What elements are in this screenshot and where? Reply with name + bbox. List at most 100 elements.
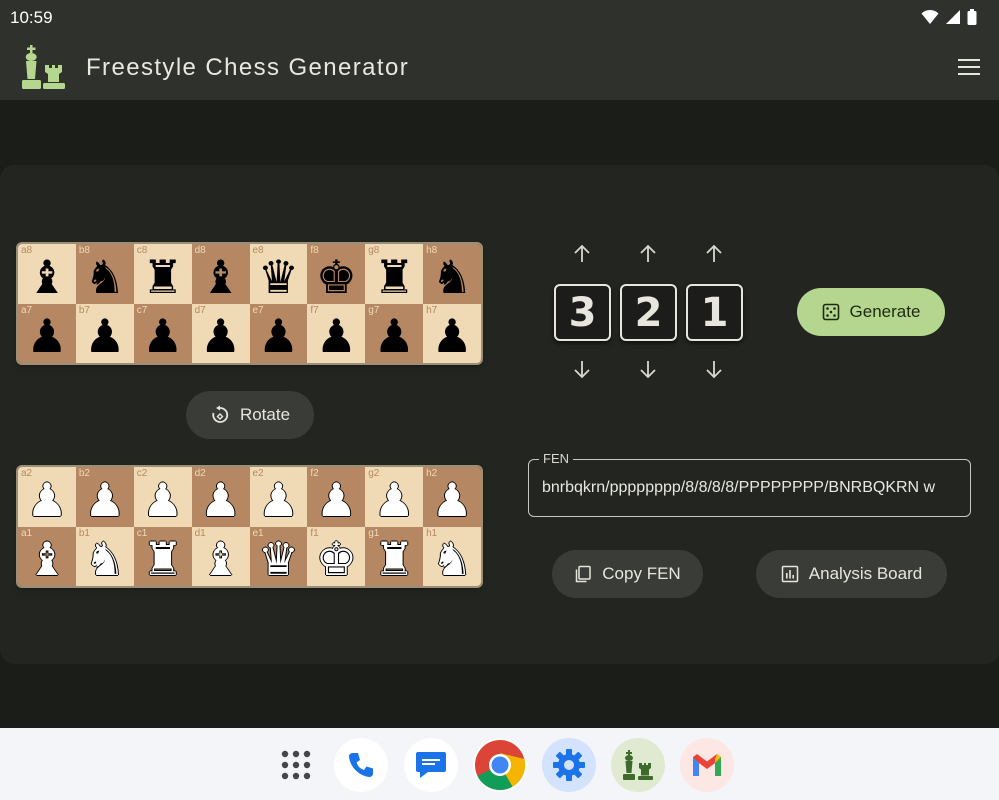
board-square: g7 ♟ — [365, 303, 424, 363]
digit-2-increment-icon[interactable] — [636, 242, 660, 266]
status-icons — [921, 9, 977, 25]
board-square: d2 ♟ — [191, 467, 250, 527]
digit-3-display: 1 — [686, 284, 743, 341]
board-square: c2 ♟ — [133, 467, 192, 527]
square-coordinate-label: f7 — [310, 304, 319, 316]
board-square: d8 ♝ — [191, 244, 250, 304]
freestyle-chess-icon[interactable] — [611, 738, 665, 792]
analysis-board-button[interactable]: Analysis Board — [756, 550, 947, 598]
digit-3-decrement-icon[interactable] — [702, 357, 726, 381]
board-square: h7 ♟ — [423, 303, 481, 363]
board-square: b7 ♟ — [75, 303, 134, 363]
board-square: d1 ♝ — [191, 526, 250, 586]
board-square: d7 ♟ — [191, 303, 250, 363]
generate-label: Generate — [849, 302, 921, 321]
board-square: h8 ♞ — [423, 244, 481, 304]
chrome-icon[interactable] — [473, 738, 527, 792]
square-coordinate-label: c7 — [136, 304, 148, 316]
hamburger-menu-icon[interactable] — [957, 57, 981, 77]
board-square: e1 ♛ — [249, 526, 308, 586]
chess-piece-icon: ♝ — [199, 532, 242, 586]
square-coordinate-label: a7 — [21, 304, 33, 316]
chess-piece-icon: ♞ — [84, 532, 126, 586]
digit-1-decrement-icon[interactable] — [570, 357, 594, 381]
chess-piece-icon: ♟ — [373, 309, 415, 363]
square-coordinate-label: e2 — [252, 468, 264, 479]
board-square: f2 ♟ — [307, 467, 366, 527]
digit-2-display: 2 — [620, 284, 677, 341]
board-square: c7 ♟ — [133, 303, 192, 363]
chess-piece-icon: ♞ — [431, 249, 473, 304]
chess-piece-icon: ♟ — [26, 472, 68, 527]
square-coordinate-label: f2 — [310, 468, 319, 479]
copy-fen-button[interactable]: Copy FEN — [552, 550, 703, 598]
status-bar: 10:59 — [0, 0, 999, 34]
board-square: g8 ♜ — [365, 244, 424, 304]
chess-piece-icon: ♟ — [26, 309, 68, 363]
board-square: a2 ♟ — [18, 467, 76, 527]
square-coordinate-label: a2 — [21, 468, 33, 479]
board-square: f7 ♟ — [307, 303, 366, 363]
apps-grid-icon[interactable] — [269, 738, 323, 792]
black-pieces-board: a8 ♝ b8 ♞ c8 ♜ d8 ♝ e8 ♛ f8 ♚ g8 ♜ h8 ♞ a7 ♟ b7 ♟ c7 ♟ d7 ♟ e7 ♟ f… — [18, 244, 481, 363]
analysis-board-label: Analysis Board — [808, 564, 923, 583]
wifi-icon — [921, 9, 939, 24]
board-square: b2 ♟ — [75, 467, 134, 527]
rotate-icon — [212, 405, 229, 423]
chess-piece-icon: ♟ — [142, 309, 184, 363]
chess-piece-icon: ♛ — [257, 532, 300, 586]
copy-icon — [576, 565, 592, 583]
chess-piece-icon: ♜ — [142, 532, 184, 586]
square-coordinate-label: h2 — [426, 468, 438, 479]
digit-2-decrement-icon[interactable] — [636, 357, 660, 381]
digit-3-increment-icon[interactable] — [702, 242, 726, 266]
gmail-icon[interactable] — [680, 738, 734, 792]
rotate-label: Rotate — [239, 405, 291, 424]
square-coordinate-label: c1 — [136, 527, 148, 539]
digit-1-increment-icon[interactable] — [570, 242, 594, 266]
chess-piece-icon: ♝ — [26, 249, 68, 304]
board-square: c1 ♜ — [133, 526, 192, 586]
chess-piece-icon: ♝ — [26, 532, 68, 586]
board-square: h1 ♞ — [423, 526, 481, 586]
square-coordinate-label: b8 — [78, 245, 90, 256]
chess-piece-icon: ♟ — [431, 472, 473, 527]
chess-piece-icon: ♟ — [84, 472, 126, 527]
chess-piece-icon: ♜ — [373, 532, 415, 586]
board-square: b1 ♞ — [75, 526, 134, 586]
chess-piece-icon: ♟ — [84, 309, 126, 363]
square-coordinate-label: c2 — [136, 468, 148, 479]
generate-button[interactable]: Generate — [797, 288, 945, 336]
chess-piece-icon: ♜ — [142, 249, 184, 304]
chess-piece-icon: ♟ — [199, 309, 242, 363]
square-coordinate-label: a8 — [21, 245, 33, 256]
chess-logo-icon — [22, 45, 65, 89]
square-coordinate-label: g1 — [368, 527, 380, 539]
board-square: a7 ♟ — [18, 303, 76, 363]
square-coordinate-label: b7 — [78, 304, 90, 316]
chess-piece-icon: ♟ — [199, 472, 242, 527]
analytics-icon — [781, 565, 799, 583]
chess-piece-icon: ♜ — [373, 249, 415, 304]
square-coordinate-label: e1 — [252, 527, 264, 539]
chess-piece-icon: ♟ — [373, 472, 415, 527]
settings-icon[interactable] — [542, 738, 596, 792]
chess-piece-icon: ♟ — [315, 472, 357, 527]
phone-icon[interactable] — [334, 738, 388, 792]
messages-icon[interactable] — [404, 738, 458, 792]
chess-piece-icon: ♟ — [142, 472, 184, 527]
chess-piece-icon: ♚ — [315, 532, 357, 586]
fen-field[interactable]: FEN bnrbqkrn/pppppppp/8/8/8/8/PPPPPPPP/B… — [528, 451, 971, 517]
board-square: e7 ♟ — [249, 303, 308, 363]
fen-label: FEN — [539, 451, 573, 466]
square-coordinate-label: g8 — [368, 245, 380, 256]
rotate-button[interactable]: Rotate — [186, 391, 314, 439]
square-coordinate-label: a1 — [21, 527, 33, 539]
board-square: e8 ♛ — [249, 244, 308, 304]
fen-value[interactable]: bnrbqkrn/pppppppp/8/8/8/8/PPPPPPPP/BNRBQ… — [542, 479, 958, 497]
square-coordinate-label: h8 — [426, 245, 438, 256]
square-coordinate-label: g2 — [368, 468, 380, 479]
white-pieces-board: a2 ♟ b2 ♟ c2 ♟ d2 ♟ e2 ♟ f2 ♟ g2 ♟ h2 ♟ a1 ♝ b1 ♞ c1 ♜ d1 ♝ e1 ♛ f… — [18, 467, 481, 586]
square-coordinate-label: b1 — [78, 527, 90, 539]
square-coordinate-label: e7 — [252, 304, 264, 316]
